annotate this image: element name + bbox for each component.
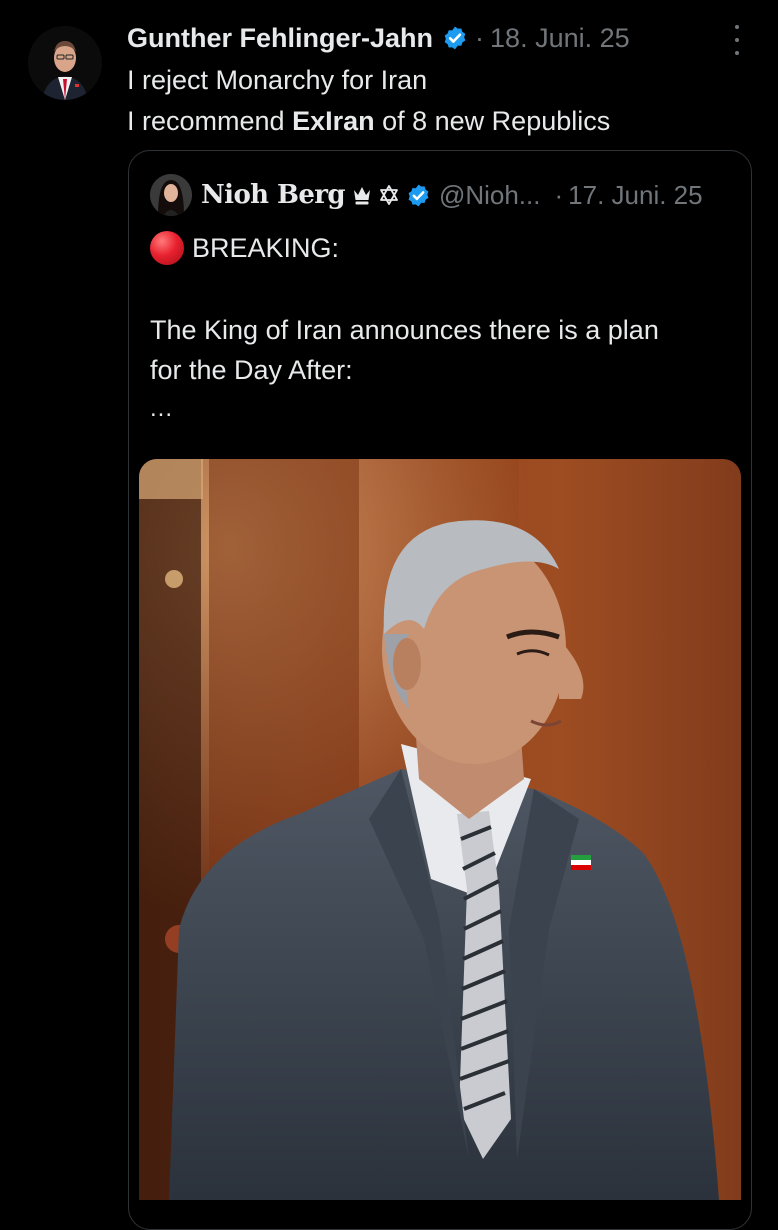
post-line-2: I recommend ExIran of 8 new Republics bbox=[127, 101, 610, 142]
quote-header: Nioh Berg @Nioh... · 17. Juni. 25 bbox=[201, 176, 703, 214]
verified-badge-icon bbox=[444, 26, 466, 50]
quote-date[interactable]: 17. Juni. 25 bbox=[568, 180, 702, 211]
quote-author-name[interactable]: Nioh Berg bbox=[201, 180, 346, 210]
author-avatar[interactable] bbox=[28, 26, 102, 100]
post-line-1: I reject Monarchy for Iran bbox=[127, 65, 428, 95]
post-date[interactable]: 18. Juni. 25 bbox=[490, 23, 630, 54]
quote-body-text: The King of Iran announces there is a pl… bbox=[150, 310, 659, 390]
quote-body-line-2: for the Day After: bbox=[150, 355, 353, 385]
quote-body-line-1: The King of Iran announces there is a pl… bbox=[150, 315, 659, 345]
quote-ellipsis: ... bbox=[150, 395, 174, 422]
crown-icon bbox=[353, 187, 370, 205]
quote-author-handle[interactable]: @Nioh... bbox=[439, 180, 541, 211]
more-options-icon[interactable] bbox=[730, 25, 744, 55]
star-of-david-icon bbox=[380, 185, 398, 205]
author-name[interactable]: Gunther Fehlinger-Jahn bbox=[127, 23, 433, 54]
post-text: I reject Monarchy for Iran I recommend E… bbox=[127, 60, 610, 142]
red-circle-icon bbox=[150, 231, 184, 265]
post-line-2-prefix: I recommend bbox=[127, 106, 293, 136]
post-header: Gunther Fehlinger-Jahn · 18. Juni. 25 bbox=[127, 20, 630, 56]
breaking-label: BREAKING: bbox=[192, 232, 340, 263]
header-separator: · bbox=[475, 22, 485, 53]
post-line-2-bold: ExIran bbox=[292, 106, 375, 136]
quote-author-avatar[interactable] bbox=[150, 174, 192, 216]
post-line-2-suffix: of 8 new Republics bbox=[374, 106, 611, 136]
quote-breaking-line: BREAKING: bbox=[150, 228, 339, 268]
quote-header-separator: · bbox=[554, 179, 564, 210]
verified-badge-icon bbox=[408, 184, 429, 206]
quote-media-photo[interactable] bbox=[139, 459, 741, 1200]
